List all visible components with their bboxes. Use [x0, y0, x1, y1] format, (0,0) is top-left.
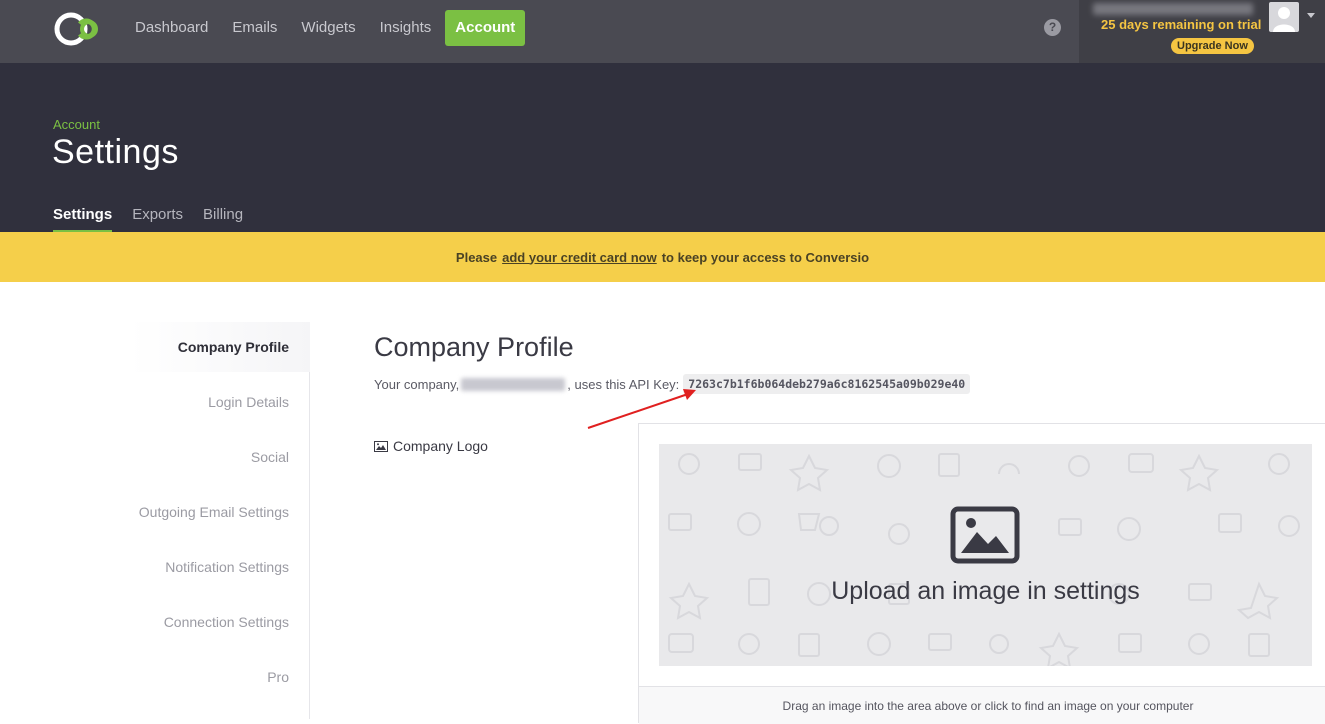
tab-settings[interactable]: Settings [53, 206, 113, 233]
upgrade-now-button[interactable]: Upgrade Now [1171, 38, 1254, 54]
chevron-down-icon[interactable] [1307, 13, 1315, 18]
avatar[interactable] [1269, 2, 1299, 32]
image-icon [374, 440, 388, 452]
user-silhouette-icon [1273, 7, 1295, 32]
api-prefix: Your company, [374, 376, 460, 392]
question-icon[interactable]: ? [1044, 19, 1061, 36]
upload-dropzone[interactable]: Upload an image in settings Drag an imag… [638, 423, 1325, 724]
api-key-value[interactable]: 7263c7b1f6b064deb279a6c8162545a09b029e40 [683, 374, 971, 394]
sidebar-item-connection[interactable]: Connection Settings [164, 614, 289, 630]
company-logo-label: Company Logo [374, 438, 488, 454]
sidebar-item-outgoing-email[interactable]: Outgoing Email Settings [139, 504, 289, 520]
tab-billing[interactable]: Billing [203, 206, 243, 233]
upload-area[interactable]: Upload an image in settings [659, 444, 1312, 666]
trial-panel: 25 days remaining on trial Upgrade Now [1079, 0, 1325, 63]
upload-prompt: Upload an image in settings [831, 577, 1140, 605]
sidebar-item-pro[interactable]: Pro [267, 669, 289, 685]
company-name-redacted [461, 377, 566, 391]
settings-sidebar: Company Profile Login Details Social Out… [0, 322, 310, 719]
sidebar-item-social[interactable]: Social [251, 449, 289, 465]
page-title: Settings [52, 133, 179, 171]
settings-tabs: Settings Exports Billing [53, 206, 263, 233]
nav-widgets[interactable]: Widgets [301, 18, 355, 38]
nav-dashboard[interactable]: Dashboard [135, 18, 208, 38]
sidebar-item-notification[interactable]: Notification Settings [165, 559, 289, 575]
nav-account[interactable]: Account [445, 10, 526, 46]
conversio-logo[interactable] [52, 10, 104, 48]
nav-insights[interactable]: Insights [380, 18, 432, 38]
trial-remaining-text: 25 days remaining on trial [1101, 17, 1262, 32]
banner-suffix: to keep your access to Conversio [661, 249, 870, 265]
breadcrumb[interactable]: Account [53, 117, 100, 132]
username-redacted [1093, 3, 1253, 15]
section-title: Company Profile [374, 332, 574, 362]
company-logo-text: Company Logo [393, 438, 488, 454]
sidebar-item-company-profile[interactable]: Company Profile [178, 339, 289, 355]
add-credit-card-link[interactable]: add your credit card now [502, 250, 657, 265]
credit-card-banner: Please add your credit card now to keep … [0, 232, 1325, 282]
sidebar-item-login-details[interactable]: Login Details [208, 394, 289, 410]
main-nav: Dashboard Emails Widgets Insights Accoun… [135, 0, 549, 56]
nav-emails[interactable]: Emails [232, 18, 277, 38]
image-upload-icon [950, 506, 1020, 564]
top-navbar: Dashboard Emails Widgets Insights Accoun… [0, 0, 1325, 63]
upload-hint: Drag an image into the area above or cli… [639, 686, 1325, 724]
banner-prefix: Please [455, 249, 498, 265]
tab-exports[interactable]: Exports [132, 206, 183, 233]
page-header: Account Settings Settings Exports Billin… [0, 63, 1325, 233]
